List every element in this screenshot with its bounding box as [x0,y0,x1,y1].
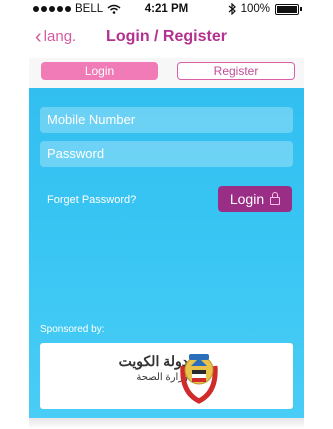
bluetooth-icon [228,3,236,15]
bottom-shadow [29,418,304,429]
forget-password-link[interactable]: Forget Password? [47,194,136,206]
tab-register[interactable]: Register [177,62,295,80]
mobile-number-input[interactable]: Mobile Number [40,107,293,133]
password-input[interactable]: Password [40,141,293,167]
status-bar: BELL 4:21 PM 100% [29,0,304,18]
tab-bar: Login Register [29,58,304,88]
sponsored-label: Sponsored by: [40,324,105,335]
battery-percent: 100% [240,3,270,15]
login-button-label: Login [229,191,265,207]
battery-tip [300,7,302,11]
nav-bar: ‹ lang. Login / Register [29,18,304,58]
sponsor-card: دولة الكويت وزارة الصحة [40,343,293,409]
battery-icon [275,3,299,15]
status-right: 100% [228,3,302,15]
login-panel: Mobile Number Password Forget Password? … [29,88,304,418]
tab-login[interactable]: Login [41,62,158,80]
login-button[interactable]: Login [218,186,292,212]
kuwait-emblem-icon [180,354,218,404]
page-title: Login / Register [106,28,227,45]
lock-icon [270,192,281,205]
